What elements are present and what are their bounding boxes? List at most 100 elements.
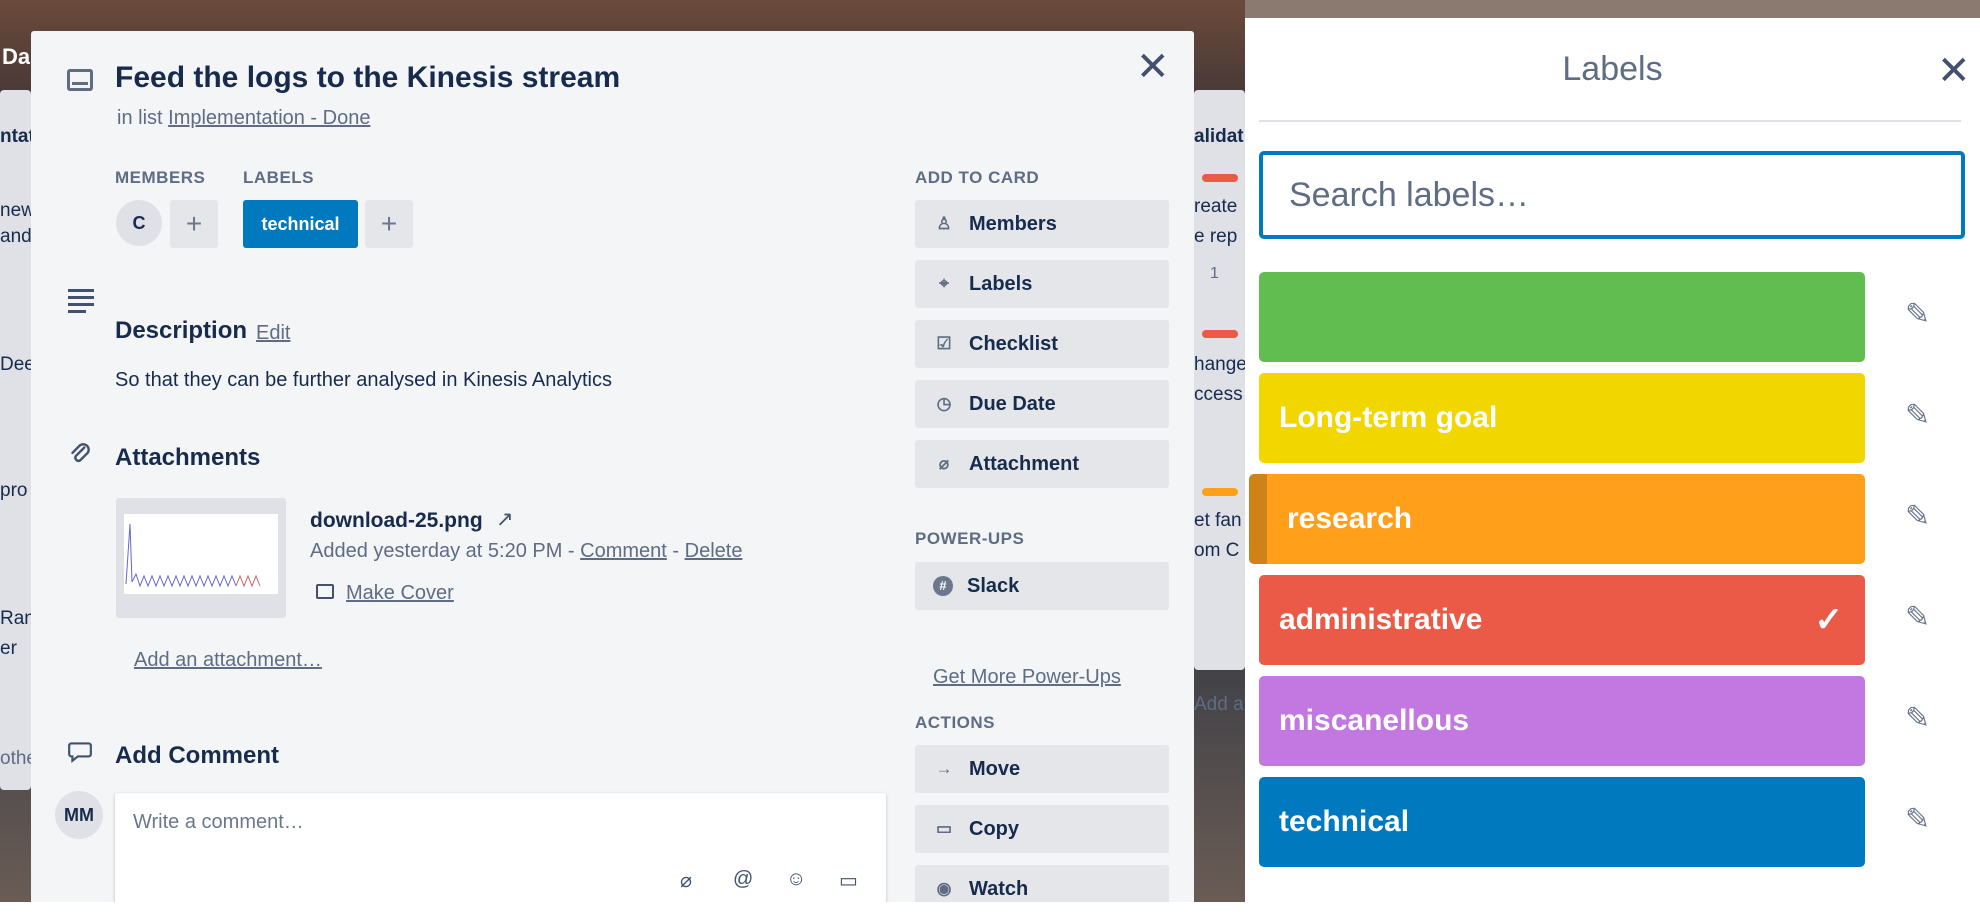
label-name: miscanellous <box>1279 704 1470 737</box>
board-text: Dee <box>0 354 35 375</box>
attachment-meta: Added yesterday at 5:20 PM - Comment - D… <box>310 540 742 563</box>
label-green[interactable] <box>1259 272 1865 362</box>
in-list-prefix: in list <box>117 107 163 129</box>
card-label-bar <box>1202 488 1238 496</box>
description-title: Description <box>115 317 248 344</box>
emoji-icon[interactable]: ☺ <box>786 868 806 891</box>
attachment-button[interactable]: ⌀ Attachment <box>915 440 1169 488</box>
board-text: pro <box>0 480 28 501</box>
labels-button[interactable]: ⌖ Labels <box>915 260 1169 308</box>
board-list-left <box>0 90 31 790</box>
labels-header: LABELS <box>243 168 314 187</box>
member-avatar[interactable]: C <box>116 200 162 246</box>
power-ups-header: POWER-UPS <box>915 529 1025 548</box>
edit-label-pencil-icon[interactable]: ✎ <box>1905 297 1930 332</box>
board-text: 1 <box>1210 265 1219 282</box>
slack-button[interactable]: # Slack <box>915 562 1169 610</box>
attachment-delete-link[interactable]: Delete <box>685 540 743 562</box>
members-button-label: Members <box>969 212 1057 235</box>
attachment-thumbnail[interactable] <box>116 498 286 618</box>
description-text[interactable]: So that they can be further analysed in … <box>115 369 612 392</box>
watch-button-label: Watch <box>969 877 1029 900</box>
edit-description-link[interactable]: Edit <box>256 322 290 345</box>
label-research[interactable]: research <box>1249 474 1865 564</box>
edit-label-pencil-icon[interactable]: ✎ <box>1905 802 1930 837</box>
label-technical[interactable]: technical <box>1259 777 1865 867</box>
label-chip-technical[interactable]: technical <box>243 200 358 248</box>
close-icon[interactable]: ✕ <box>1937 48 1971 94</box>
mention-icon[interactable]: @ <box>733 868 753 891</box>
external-link-icon[interactable]: ↗ <box>496 507 514 532</box>
labels-button-label: Labels <box>969 272 1033 295</box>
label-miscanellous[interactable]: miscanellous <box>1259 676 1865 766</box>
card-detail-modal: Feed the logs to the Kinesis stream in l… <box>31 31 1194 911</box>
comment-placeholder: Write a comment… <box>133 811 304 833</box>
copy-button[interactable]: ▭ Copy <box>915 805 1169 853</box>
actions-header: ACTIONS <box>915 713 995 732</box>
members-header: MEMBERS <box>115 168 206 187</box>
comment-icon <box>67 739 93 770</box>
comment-input[interactable]: Write a comment… ⌀ @ ☺ ▭ <box>115 793 886 911</box>
card-title[interactable]: Feed the logs to the Kinesis stream <box>115 61 620 95</box>
label-long-term-goal[interactable]: Long-term goal <box>1259 373 1865 463</box>
label-administrative[interactable]: administrative ✓ <box>1259 575 1865 665</box>
card-label-bar <box>1202 174 1238 182</box>
card-link-icon[interactable]: ▭ <box>839 868 858 893</box>
get-more-power-ups-link[interactable]: Get More Power-Ups <box>933 666 1121 689</box>
paperclip-icon: ⌀ <box>938 454 950 473</box>
close-icon[interactable]: ✕ <box>1136 47 1170 87</box>
make-cover-link[interactable]: Make Cover <box>346 582 454 605</box>
attachment-added-text: Added yesterday at 5:20 PM - <box>310 540 581 562</box>
edit-label-pencil-icon[interactable]: ✎ <box>1905 701 1930 736</box>
board-text: om C <box>1194 540 1240 561</box>
edit-label-pencil-icon[interactable]: ✎ <box>1905 499 1930 534</box>
move-button-label: Move <box>969 757 1021 780</box>
list-name-link[interactable]: Implementation - Done <box>168 107 370 129</box>
board-text: ccess <box>1194 384 1243 405</box>
search-labels-placeholder: Search labels… <box>1289 175 1530 214</box>
attachment-preview-image <box>124 514 278 594</box>
label-name: administrative <box>1279 603 1483 636</box>
board-text: er <box>0 638 17 659</box>
description-icon <box>68 289 94 317</box>
attachment-name[interactable]: download-25.png <box>310 509 483 533</box>
board-text: ntat <box>0 126 35 147</box>
board-text: Da <box>2 44 31 69</box>
label-name: research <box>1287 502 1413 535</box>
due-date-button[interactable]: ◷ Due Date <box>915 380 1169 428</box>
members-button[interactable]: ♙ Members <box>915 200 1169 248</box>
add-attachment-link[interactable]: Add an attachment… <box>134 649 322 672</box>
card-label-bar <box>1202 330 1238 338</box>
board-text: reate <box>1194 196 1238 217</box>
edit-label-pencil-icon[interactable]: ✎ <box>1905 398 1930 433</box>
card-icon: ▭ <box>935 819 953 838</box>
move-button[interactable]: → Move <box>915 745 1169 793</box>
due-date-button-label: Due Date <box>969 392 1056 415</box>
board-text: e rep <box>1194 226 1238 247</box>
attachment-button-label: Attachment <box>969 452 1080 475</box>
user-avatar[interactable]: MM <box>55 791 103 839</box>
labels-popover: Labels ✕ Search labels… ✎ Long-term goal… <box>1245 18 1980 902</box>
in-list-line: in list Implementation - Done <box>117 107 370 130</box>
add-label-button[interactable]: + <box>365 200 413 248</box>
attach-icon[interactable]: ⌀ <box>680 868 692 893</box>
attachment-comment-link[interactable]: Comment <box>580 540 667 562</box>
search-labels-input[interactable]: Search labels… <box>1259 151 1965 239</box>
board-text: hange <box>1194 354 1245 375</box>
edit-label-pencil-icon[interactable]: ✎ <box>1905 600 1930 635</box>
bottom-strip <box>0 902 1245 924</box>
board-text: new <box>0 200 35 221</box>
board-text: Ran <box>0 608 35 629</box>
board-text: and <box>0 226 32 247</box>
checklist-button[interactable]: ☑ Checklist <box>915 320 1169 368</box>
board-text: Add a <box>1194 694 1244 715</box>
board-text: alidat <box>1194 126 1244 147</box>
copy-button-label: Copy <box>969 817 1019 840</box>
card-icon <box>67 69 93 91</box>
add-member-button[interactable]: + <box>170 200 218 248</box>
popover-divider <box>1259 120 1961 122</box>
attachments-title: Attachments <box>115 444 261 471</box>
checklist-button-label: Checklist <box>969 332 1058 355</box>
attachment-separator: - <box>666 540 685 562</box>
paperclip-icon <box>67 441 93 474</box>
